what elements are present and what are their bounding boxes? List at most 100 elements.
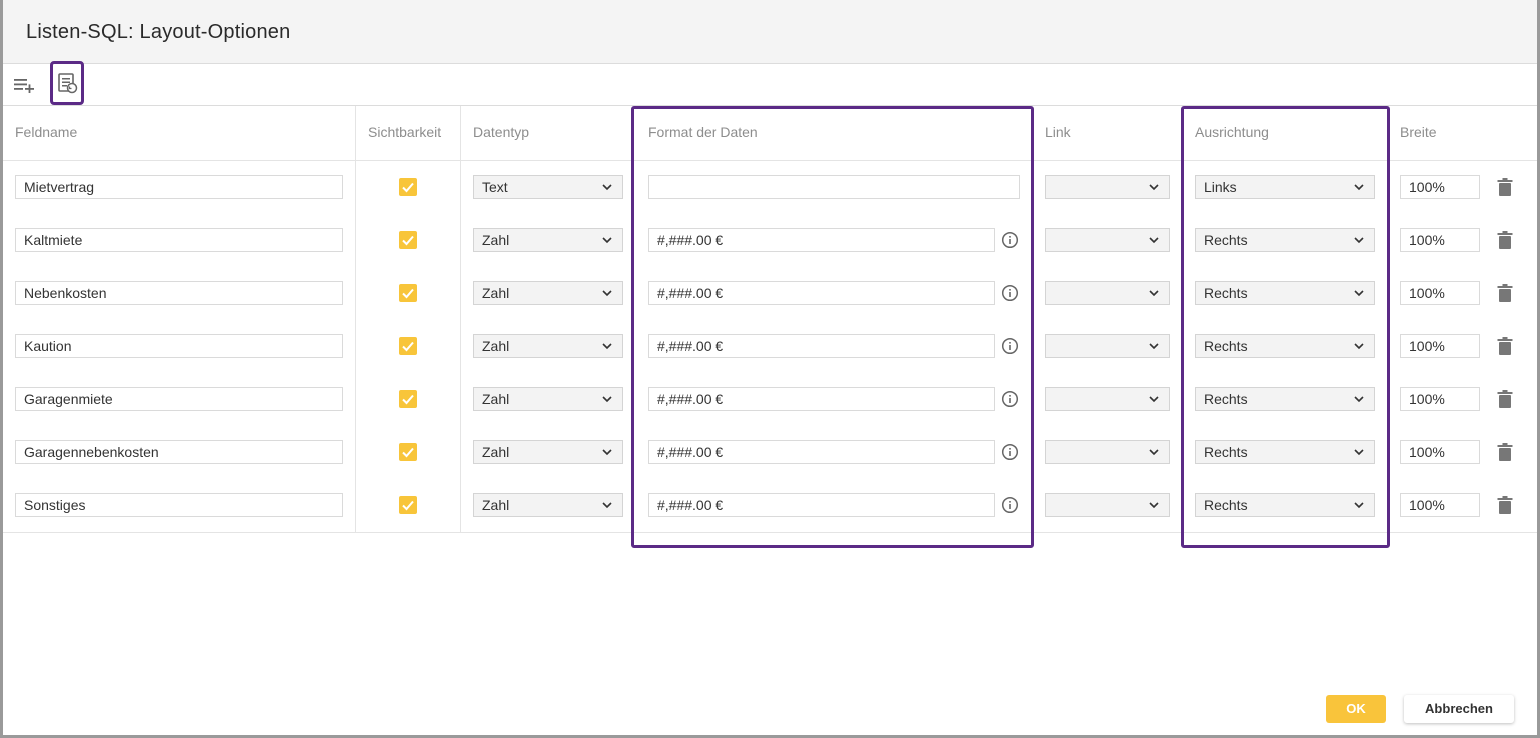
info-icon[interactable] <box>1001 390 1019 408</box>
fieldname-input[interactable]: Kaution <box>15 334 343 358</box>
header-format: Format der Daten <box>648 124 758 140</box>
chevron-down-icon <box>602 290 612 297</box>
chevron-down-icon <box>1149 343 1159 350</box>
format-input[interactable]: #,###.00 € <box>648 228 995 252</box>
chevron-down-icon <box>1149 502 1159 509</box>
delete-row-trash-icon[interactable] <box>1496 177 1514 197</box>
datatype-value: Zahl <box>482 391 510 407</box>
alignment-select[interactable]: Rechts <box>1195 281 1375 305</box>
chevron-down-icon <box>1354 290 1364 297</box>
link-select[interactable] <box>1045 175 1170 199</box>
delete-row-trash-icon[interactable] <box>1496 230 1514 250</box>
delete-row-trash-icon[interactable] <box>1496 495 1514 515</box>
fieldname-input[interactable]: Garagennebenkosten <box>15 440 343 464</box>
datatype-select[interactable]: Zahl <box>473 440 623 464</box>
format-input[interactable] <box>648 175 1020 199</box>
dialog-title: Listen-SQL: Layout-Optionen <box>26 21 291 43</box>
visibility-checkbox[interactable] <box>399 337 417 355</box>
width-input[interactable]: 100% <box>1400 281 1480 305</box>
datatype-select[interactable]: Text <box>473 175 623 199</box>
header-width: Breite <box>1400 124 1437 140</box>
width-input[interactable]: 100% <box>1400 334 1480 358</box>
fieldname-input[interactable]: Sonstiges <box>15 493 343 517</box>
link-select[interactable] <box>1045 281 1170 305</box>
width-input[interactable]: 100% <box>1400 440 1480 464</box>
datatype-value: Zahl <box>482 285 510 301</box>
playlist-add-icon <box>14 79 34 93</box>
link-select[interactable] <box>1045 387 1170 411</box>
width-input[interactable]: 100% <box>1400 387 1480 411</box>
visibility-checkbox[interactable] <box>399 178 417 196</box>
info-icon[interactable] <box>1001 284 1019 302</box>
info-icon[interactable] <box>1001 496 1019 514</box>
visibility-checkbox[interactable] <box>399 231 417 249</box>
table-row: Kaution Zahl #,###.00 € Rechts 100% <box>3 319 1537 372</box>
fieldname-input[interactable]: Mietvertrag <box>15 175 343 199</box>
format-input[interactable]: #,###.00 € <box>648 440 995 464</box>
fieldname-input[interactable]: Garagenmiete <box>15 387 343 411</box>
chevron-down-icon <box>1149 396 1159 403</box>
alignment-value: Rechts <box>1204 338 1248 354</box>
width-input[interactable]: 100% <box>1400 493 1480 517</box>
visibility-checkbox[interactable] <box>399 496 417 514</box>
link-select[interactable] <box>1045 228 1170 252</box>
chevron-down-icon <box>602 237 612 244</box>
cancel-button[interactable]: Abbrechen <box>1404 695 1514 723</box>
fieldname-input[interactable]: Kaltmiete <box>15 228 343 252</box>
alignment-select[interactable]: Rechts <box>1195 493 1375 517</box>
info-icon[interactable] <box>1001 337 1019 355</box>
chevron-down-icon <box>1149 290 1159 297</box>
format-input[interactable]: #,###.00 € <box>648 334 995 358</box>
chevron-down-icon <box>1149 184 1159 191</box>
format-input[interactable]: #,###.00 € <box>648 281 995 305</box>
datatype-select[interactable]: Zahl <box>473 493 623 517</box>
ok-button[interactable]: OK <box>1326 695 1386 723</box>
delete-row-trash-icon[interactable] <box>1496 442 1514 462</box>
header-visibility: Sichtbarkeit <box>368 124 442 140</box>
link-select[interactable] <box>1045 493 1170 517</box>
alignment-select[interactable]: Links <box>1195 175 1375 199</box>
datatype-value: Zahl <box>482 232 510 248</box>
info-icon[interactable] <box>1001 231 1019 249</box>
link-select[interactable] <box>1045 440 1170 464</box>
dialog-titlebar: Listen-SQL: Layout-Optionen <box>3 0 1537 64</box>
alignment-value: Rechts <box>1204 444 1248 460</box>
width-input[interactable]: 100% <box>1400 175 1480 199</box>
datatype-value: Zahl <box>482 444 510 460</box>
width-input[interactable]: 100% <box>1400 228 1480 252</box>
alignment-value: Rechts <box>1204 285 1248 301</box>
list-reset-icon <box>58 73 78 94</box>
alignment-select[interactable]: Rechts <box>1195 228 1375 252</box>
visibility-checkbox[interactable] <box>399 390 417 408</box>
visibility-checkbox[interactable] <box>399 284 417 302</box>
alignment-select[interactable]: Rechts <box>1195 387 1375 411</box>
table-row: Mietvertrag Text Links 100% <box>3 160 1537 213</box>
format-input[interactable]: #,###.00 € <box>648 387 995 411</box>
delete-row-trash-icon[interactable] <box>1496 283 1514 303</box>
datatype-select[interactable]: Zahl <box>473 281 623 305</box>
datatype-select[interactable]: Zahl <box>473 387 623 411</box>
table-row: Sonstiges Zahl #,###.00 € Rechts 100% <box>3 478 1537 531</box>
alignment-value: Rechts <box>1204 497 1248 513</box>
fieldname-input[interactable]: Nebenkosten <box>15 281 343 305</box>
datatype-select[interactable]: Zahl <box>473 334 623 358</box>
alignment-value: Rechts <box>1204 232 1248 248</box>
reset-layout-button[interactable] <box>50 61 84 105</box>
info-icon[interactable] <box>1001 443 1019 461</box>
alignment-select[interactable]: Rechts <box>1195 334 1375 358</box>
datatype-select[interactable]: Zahl <box>473 228 623 252</box>
header-alignment: Ausrichtung <box>1195 124 1269 140</box>
alignment-select[interactable]: Rechts <box>1195 440 1375 464</box>
link-select[interactable] <box>1045 334 1170 358</box>
delete-row-trash-icon[interactable] <box>1496 336 1514 356</box>
format-input[interactable]: #,###.00 € <box>648 493 995 517</box>
chevron-down-icon <box>1354 343 1364 350</box>
visibility-checkbox[interactable] <box>399 443 417 461</box>
table-row: Garagennebenkosten Zahl #,###.00 € Rechts 10… <box>3 425 1537 478</box>
alignment-value: Rechts <box>1204 391 1248 407</box>
delete-row-trash-icon[interactable] <box>1496 389 1514 409</box>
datatype-value: Zahl <box>482 497 510 513</box>
chevron-down-icon <box>1354 396 1364 403</box>
table-bottom-divider <box>3 532 1537 533</box>
add-row-button[interactable] <box>9 70 39 100</box>
